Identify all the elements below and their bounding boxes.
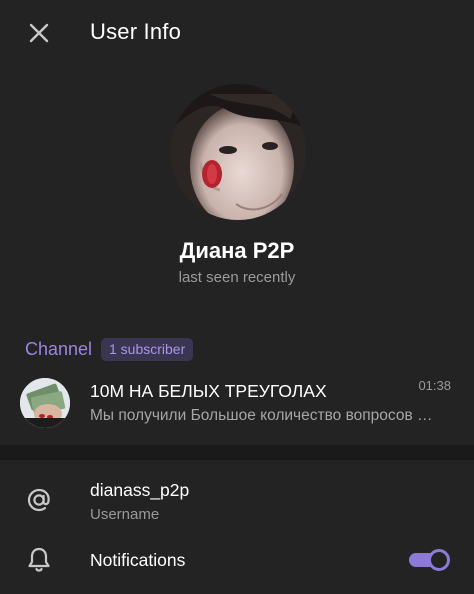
username-icon-wrap (22, 483, 56, 517)
bell-icon (28, 547, 50, 572)
channel-title: 10M НА БЕЛЫХ ТРЕУГОЛАХ (90, 381, 327, 401)
section-divider (0, 445, 474, 460)
close-icon (29, 23, 49, 43)
user-avatar-photo (170, 84, 306, 220)
close-button[interactable] (22, 16, 56, 50)
user-info-screen: User Info Диана P2P last seen recently C… (0, 0, 474, 594)
channel-section-label: Channel (25, 339, 93, 359)
notifications-label: Notifications (90, 550, 186, 570)
profile-name: Диана P2P (179, 238, 295, 263)
notifications-icon-wrap (22, 543, 56, 577)
channel-message-preview: Мы получили Большое количество вопросов … (90, 407, 433, 424)
username-value[interactable]: dianass_p2p (90, 480, 189, 501)
subscriber-badge: 1 subscriber (101, 338, 194, 361)
toggle-knob (428, 549, 450, 571)
avatar[interactable] (170, 84, 306, 220)
last-seen-status: last seen recently (178, 269, 296, 286)
notifications-toggle[interactable] (409, 548, 450, 572)
channel-photo (20, 378, 70, 428)
page-title: User Info (90, 19, 182, 44)
username-label: Username (90, 506, 160, 523)
at-sign-icon (27, 488, 50, 512)
channel-list-item[interactable]: 10M НА БЕЛЫХ ТРЕУГОЛАХ 01:38 Мы получили… (0, 370, 474, 442)
channel-timestamp: 01:38 (418, 378, 451, 393)
channel-avatar (20, 378, 70, 428)
header: User Info (0, 0, 474, 64)
